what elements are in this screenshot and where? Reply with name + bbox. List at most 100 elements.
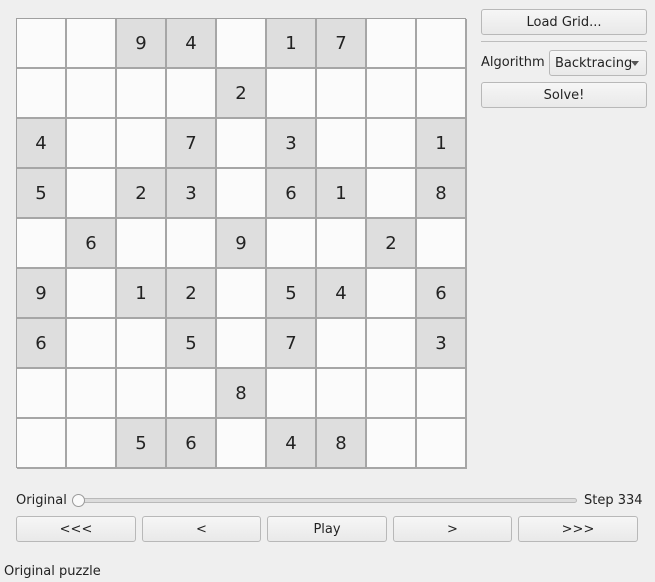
sudoku-cell[interactable] [417, 369, 467, 419]
play-button[interactable]: Play [267, 516, 387, 542]
sudoku-cell[interactable] [117, 119, 167, 169]
sudoku-cell[interactable] [367, 169, 417, 219]
sudoku-cell[interactable]: 2 [367, 219, 417, 269]
sudoku-cell[interactable] [317, 319, 367, 369]
sudoku-cell[interactable]: 5 [17, 169, 67, 219]
sudoku-cell[interactable]: 1 [117, 269, 167, 319]
sudoku-cell[interactable]: 3 [417, 319, 467, 369]
sudoku-cell[interactable] [67, 169, 117, 219]
step-slider-track[interactable] [76, 498, 577, 503]
sudoku-cell[interactable] [367, 19, 417, 69]
next-step-button[interactable]: > [393, 516, 512, 542]
previous-step-button[interactable]: < [142, 516, 261, 542]
sudoku-cell[interactable] [217, 269, 267, 319]
sudoku-cell[interactable]: 5 [117, 419, 167, 469]
sudoku-cell[interactable]: 9 [117, 19, 167, 69]
sudoku-cell[interactable]: 3 [167, 169, 217, 219]
sudoku-cell[interactable] [117, 69, 167, 119]
sudoku-cell[interactable] [367, 369, 417, 419]
sudoku-cell[interactable]: 6 [267, 169, 317, 219]
sudoku-cell[interactable]: 7 [267, 319, 317, 369]
sudoku-cell[interactable] [317, 119, 367, 169]
slider-original-label: Original [16, 493, 67, 508]
sudoku-cell[interactable] [17, 369, 67, 419]
sudoku-cell[interactable] [217, 319, 267, 369]
sudoku-cell[interactable] [17, 419, 67, 469]
first-step-button[interactable]: <<< [16, 516, 136, 542]
sudoku-cell[interactable] [117, 219, 167, 269]
sudoku-cell[interactable] [67, 319, 117, 369]
sudoku-cell[interactable]: 6 [417, 269, 467, 319]
sudoku-cell[interactable] [267, 69, 317, 119]
sudoku-cell[interactable] [217, 419, 267, 469]
sudoku-cell[interactable] [67, 419, 117, 469]
sudoku-cell[interactable] [317, 69, 367, 119]
sudoku-cell[interactable] [167, 219, 217, 269]
sudoku-cell[interactable] [67, 119, 117, 169]
algorithm-select-value: Backtracing [555, 55, 633, 71]
sudoku-cell[interactable]: 3 [267, 119, 317, 169]
sudoku-cell[interactable]: 4 [267, 419, 317, 469]
sudoku-cell[interactable] [67, 19, 117, 69]
sudoku-cell[interactable]: 1 [417, 119, 467, 169]
sudoku-cell[interactable] [217, 19, 267, 69]
sudoku-cell[interactable]: 7 [317, 19, 367, 69]
sudoku-cell[interactable]: 2 [117, 169, 167, 219]
sudoku-cell[interactable] [417, 419, 467, 469]
sudoku-cell[interactable] [417, 69, 467, 119]
chevron-down-icon [631, 61, 639, 66]
sudoku-cell[interactable]: 8 [417, 169, 467, 219]
sudoku-cell[interactable]: 9 [17, 269, 67, 319]
sudoku-cell[interactable]: 2 [217, 69, 267, 119]
sudoku-cell[interactable]: 4 [167, 19, 217, 69]
sudoku-cell[interactable] [117, 369, 167, 419]
last-step-button[interactable]: >>> [518, 516, 638, 542]
step-counter: Step 334 [584, 493, 643, 508]
sudoku-cell[interactable] [367, 269, 417, 319]
sudoku-cell[interactable] [417, 19, 467, 69]
solve-button[interactable]: Solve! [481, 82, 647, 108]
sudoku-cell[interactable]: 5 [167, 319, 217, 369]
algorithm-label: Algorithm [481, 55, 545, 70]
panel-separator [481, 41, 647, 42]
sudoku-cell[interactable] [167, 369, 217, 419]
sudoku-cell[interactable] [167, 69, 217, 119]
sudoku-cell[interactable] [17, 19, 67, 69]
sudoku-grid: 941724731523618692912546657385648 [16, 18, 467, 469]
sudoku-cell[interactable]: 7 [167, 119, 217, 169]
sudoku-cell[interactable]: 8 [217, 369, 267, 419]
sudoku-cell[interactable]: 4 [317, 269, 367, 319]
sudoku-cell[interactable]: 1 [267, 19, 317, 69]
sudoku-cell[interactable]: 2 [167, 269, 217, 319]
sudoku-cell[interactable] [317, 369, 367, 419]
sudoku-cell[interactable] [267, 219, 317, 269]
step-slider-handle[interactable] [72, 494, 85, 507]
load-grid-button[interactable]: Load Grid... [481, 9, 647, 35]
sudoku-cell[interactable] [17, 69, 67, 119]
sudoku-cell[interactable] [67, 69, 117, 119]
sudoku-cell[interactable] [317, 219, 367, 269]
main-window: 941724731523618692912546657385648 Load G… [0, 0, 655, 582]
sudoku-cell[interactable]: 5 [267, 269, 317, 319]
sudoku-cell[interactable] [67, 269, 117, 319]
sudoku-cell[interactable] [267, 369, 317, 419]
sudoku-cell[interactable]: 1 [317, 169, 367, 219]
sudoku-cell[interactable] [17, 219, 67, 269]
algorithm-select[interactable]: Backtracing [549, 50, 647, 76]
sudoku-cell[interactable] [117, 319, 167, 369]
sudoku-cell[interactable]: 4 [17, 119, 67, 169]
sudoku-cell[interactable]: 6 [17, 319, 67, 369]
sudoku-cell[interactable] [367, 419, 417, 469]
sudoku-cell[interactable] [67, 369, 117, 419]
status-bar-text: Original puzzle [4, 564, 101, 579]
sudoku-cell[interactable]: 8 [317, 419, 367, 469]
sudoku-cell[interactable] [367, 69, 417, 119]
sudoku-cell[interactable] [217, 119, 267, 169]
sudoku-cell[interactable]: 9 [217, 219, 267, 269]
sudoku-cell[interactable] [367, 119, 417, 169]
sudoku-cell[interactable] [417, 219, 467, 269]
sudoku-cell[interactable] [217, 169, 267, 219]
sudoku-cell[interactable]: 6 [67, 219, 117, 269]
sudoku-cell[interactable] [367, 319, 417, 369]
sudoku-cell[interactable]: 6 [167, 419, 217, 469]
